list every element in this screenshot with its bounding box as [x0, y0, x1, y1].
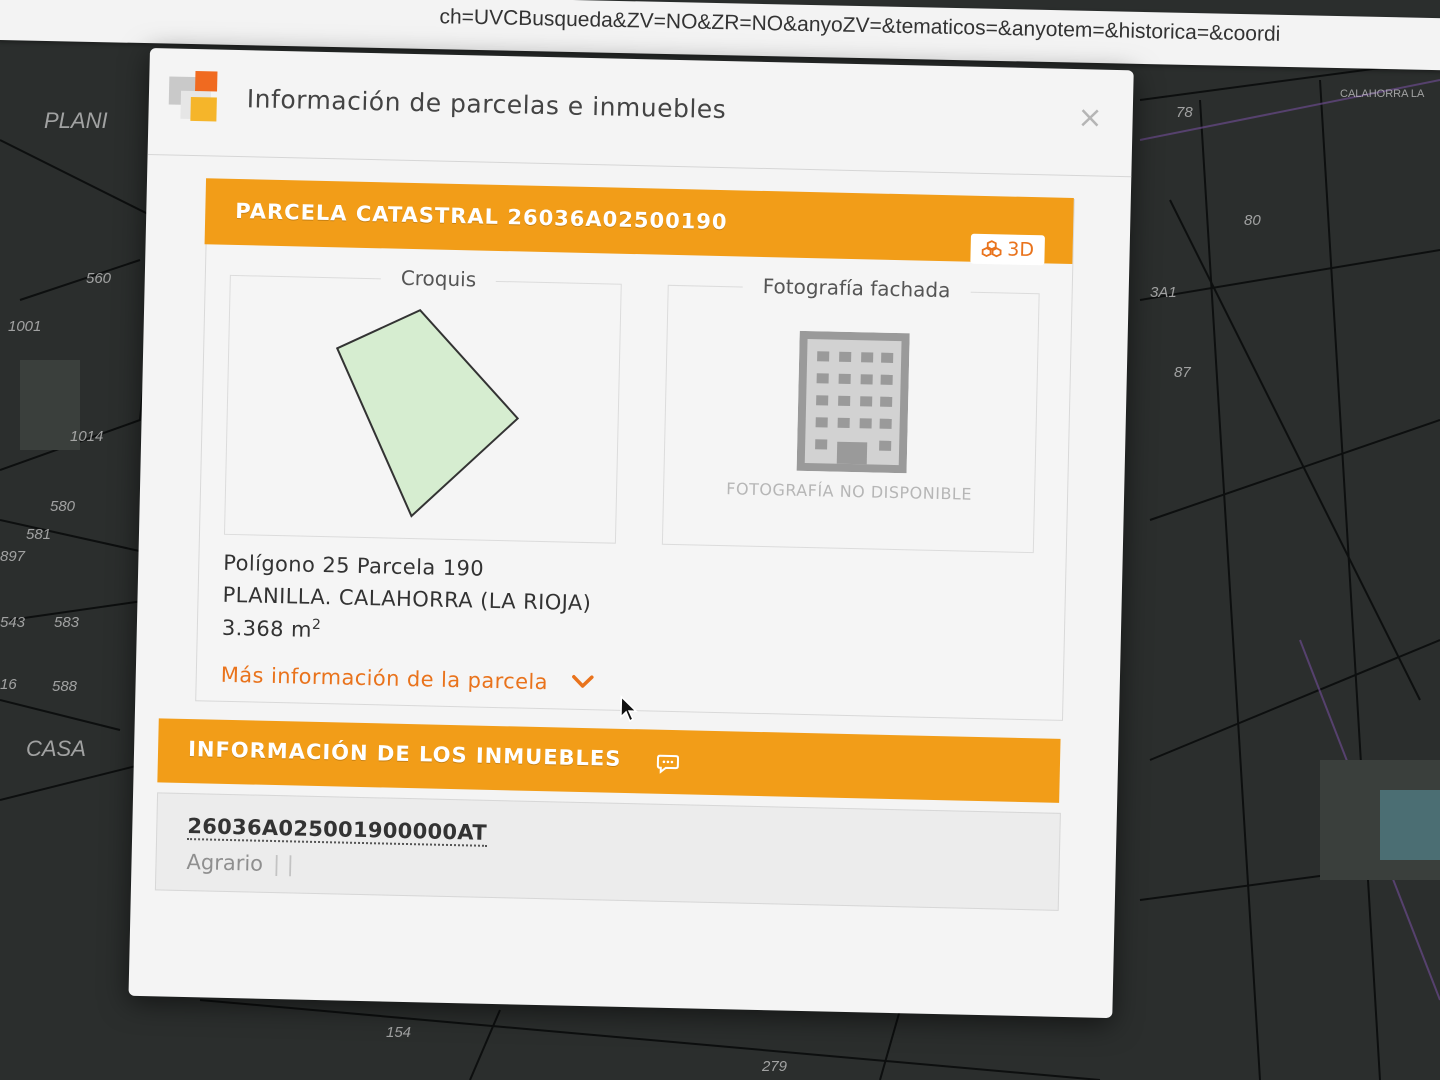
mouse-cursor-icon	[620, 695, 638, 723]
map-label: 279	[762, 1058, 788, 1075]
parcel-header-bar: PARCELA CATASTRAL 26036A02500190 3D	[204, 178, 1074, 266]
map-label: 581	[26, 526, 52, 543]
map-label: 154	[386, 1024, 412, 1041]
property-list-item[interactable]: 26036A025001900000AT Agrario | |	[154, 792, 1061, 911]
dialog-header: Información de parcelas e inmuebles ×	[147, 48, 1134, 178]
map-label: PLANI	[44, 108, 108, 133]
building-icon	[796, 330, 910, 474]
map-label: 1014	[70, 428, 104, 445]
parcel-sketch-shape[interactable]	[225, 276, 621, 543]
map-label: 897	[0, 548, 26, 565]
property-separators: | |	[272, 852, 295, 877]
sketch-box: Croquis	[223, 265, 622, 544]
map-label: 580	[50, 498, 76, 515]
parcel-header-title: PARCELA CATASTRAL 26036A02500190	[235, 198, 728, 235]
parcel-area-value: 3.368 m	[221, 615, 313, 642]
map-label: 560	[86, 270, 112, 287]
parcel-area: 3.368 m2	[222, 615, 322, 642]
properties-header-title: INFORMACIÓN DE LOS INMUEBLES	[187, 737, 622, 771]
map-label: 1001	[8, 318, 42, 335]
map-label: CASA	[26, 736, 86, 761]
photo-unavailable-text: FOTOGRAFÍA NO DISPONIBLE	[726, 479, 973, 504]
chevron-down-icon[interactable]	[571, 671, 595, 692]
parcel-area-unit-sup: 2	[311, 616, 322, 634]
parcel-polygon-line: Polígono 25 Parcela 190	[223, 550, 485, 581]
map-label: CALAHORRA LA	[1340, 88, 1425, 100]
facade-photo-box: Fotografía fachada FOTOGRAFÍA NO DISPONI…	[661, 273, 1040, 554]
map-label: 16	[0, 676, 17, 693]
catastro-logo-icon	[168, 70, 227, 123]
property-reference-link[interactable]: 26036A025001900000AT	[187, 814, 488, 847]
url-text[interactable]: ch=UVCBusqueda&ZV=NO&ZR=NO&anyoZV=&temat…	[439, 5, 1280, 47]
parcel-location-line: PLANILLA. CALAHORRA (LA RIOJA)	[222, 582, 592, 616]
map-label: 583	[54, 614, 80, 631]
property-use-label: Agrario	[186, 850, 264, 876]
facade-label: Fotografía fachada	[742, 273, 971, 303]
property-use: Agrario | |	[186, 850, 294, 876]
map-label: 588	[52, 678, 78, 695]
cubes-icon	[981, 240, 1002, 258]
parcel-info-dialog: Información de parcelas e inmuebles × PA…	[128, 48, 1134, 1019]
close-button[interactable]: ×	[1077, 100, 1103, 136]
parcel-panel: PARCELA CATASTRAL 26036A02500190 3D Croq…	[195, 178, 1075, 721]
map-label: 3A1	[1150, 284, 1177, 301]
chat-bubble-icon[interactable]	[656, 754, 680, 775]
map-label: 543	[0, 614, 26, 631]
map-label: 80	[1244, 212, 1261, 229]
map-label: 78	[1176, 104, 1193, 121]
properties-header-bar: INFORMACIÓN DE LOS INMUEBLES	[157, 718, 1061, 803]
map-label: 87	[1174, 364, 1191, 381]
view-3d-label: 3D	[1007, 238, 1035, 262]
dialog-title: Información de parcelas e inmuebles	[246, 84, 727, 125]
more-parcel-info-link[interactable]: Más información de la parcela	[221, 663, 549, 694]
view-3d-button[interactable]: 3D	[970, 233, 1045, 266]
